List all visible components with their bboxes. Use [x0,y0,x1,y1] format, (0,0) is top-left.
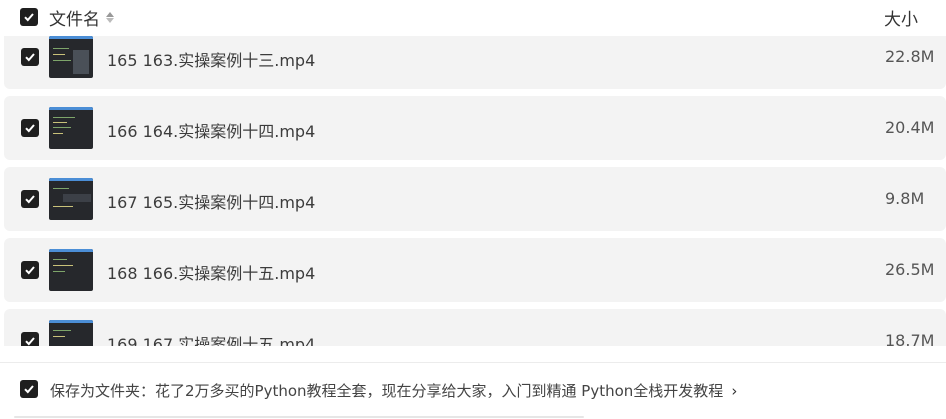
video-thumbnail [49,36,93,78]
check-icon [25,195,35,204]
file-row[interactable]: 169 167.实操案例十五.mp4 18.7M [4,309,946,346]
check-icon [25,337,35,346]
video-thumbnail [49,178,93,220]
row-checkbox[interactable] [21,119,39,137]
row-checkbox[interactable] [21,261,39,279]
select-all-checkbox[interactable] [20,8,38,26]
name-column-header[interactable]: 文件名 [49,5,114,30]
save-folder-label: 保存为文件夹：花了2万多买的Python教程全套，现在分享给大家，入门到精通 P… [50,382,724,400]
file-name[interactable]: 166 164.实操案例十四.mp4 [107,118,315,142]
size-column-header: 大小 [884,10,918,30]
file-name[interactable]: 165 163.实操案例十三.mp4 [107,47,315,71]
file-list[interactable]: 165 163.实操案例十三.mp4 22.8M 166 164.实操案例十四.… [0,36,946,346]
chevron-right-icon: › [731,381,738,400]
file-row[interactable]: 166 164.实操案例十四.mp4 20.4M [4,96,946,160]
file-row[interactable]: 168 166.实操案例十五.mp4 26.5M [4,238,946,302]
sort-icon[interactable] [106,12,114,23]
check-icon [25,53,35,62]
file-name[interactable]: 167 165.实操案例十四.mp4 [107,189,315,213]
video-thumbnail [49,249,93,291]
name-column-label: 文件名 [49,10,100,30]
save-folder-bar: 保存为文件夹：花了2万多买的Python教程全套，现在分享给大家，入门到精通 P… [0,362,946,419]
check-icon [25,266,35,275]
file-name[interactable]: 168 166.实操案例十五.mp4 [107,260,315,284]
file-size: 22.8M [885,47,935,66]
file-name[interactable]: 169 167.实操案例十五.mp4 [107,331,315,346]
file-size: 18.7M [885,331,935,346]
file-size: 26.5M [885,260,935,279]
check-icon [24,13,34,22]
file-row[interactable]: 165 163.实操案例十三.mp4 22.8M [4,36,946,89]
file-list-header: 文件名 大小 [0,0,946,36]
check-icon [25,124,35,133]
file-size: 20.4M [885,118,935,137]
file-size: 9.8M [885,189,925,208]
file-row[interactable]: 167 165.实操案例十四.mp4 9.8M [4,167,946,231]
row-checkbox[interactable] [21,332,39,346]
save-folder-link[interactable]: 保存为文件夹：花了2万多买的Python教程全套，现在分享给大家，入门到精通 P… [50,380,737,401]
save-folder-checkbox[interactable] [20,380,38,398]
row-checkbox[interactable] [21,48,39,66]
video-thumbnail [49,320,93,346]
check-icon [24,385,34,394]
row-checkbox[interactable] [21,190,39,208]
video-thumbnail [49,107,93,149]
